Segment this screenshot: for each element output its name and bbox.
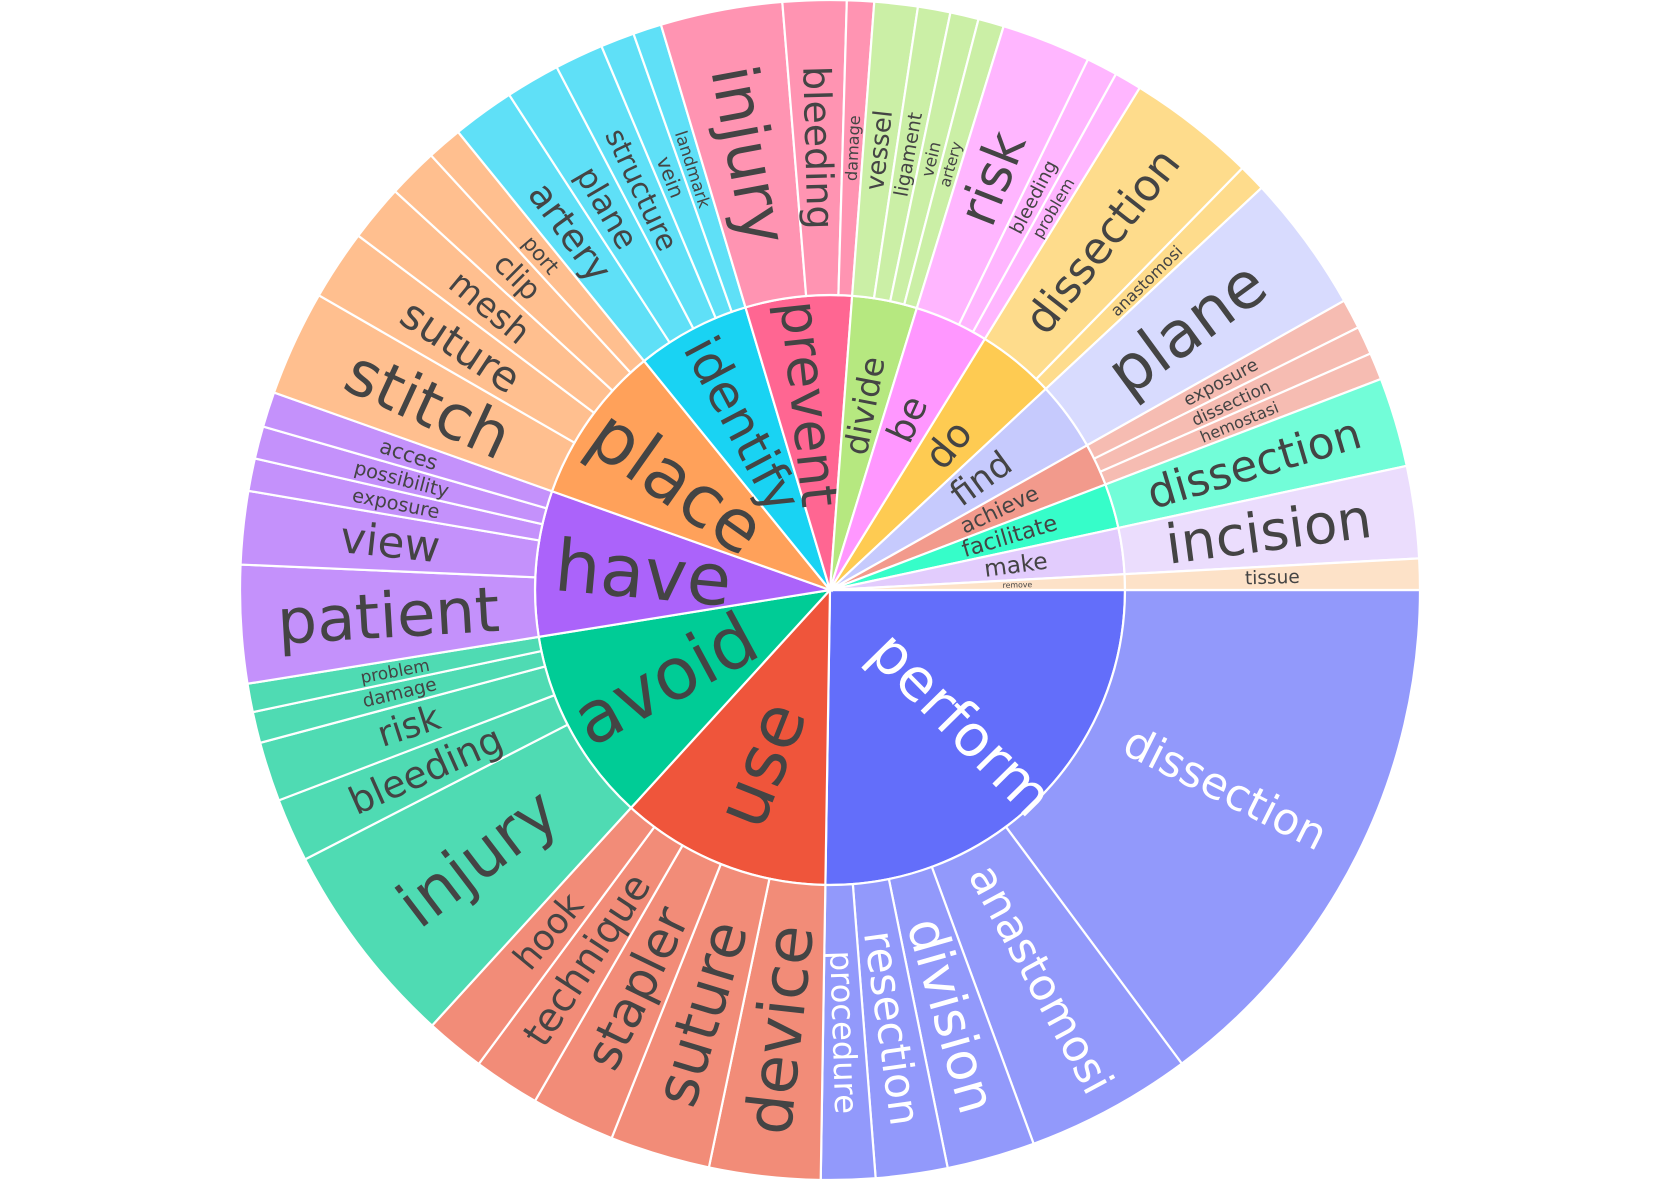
object-label-prevent-bleeding: bleeding — [794, 65, 842, 230]
sunburst-chart: dissection anastomosi division resection pro… — [0, 0, 1661, 1187]
sunburst-svg: dissectionanastomosidivisionresectionpro… — [238, 0, 1422, 1182]
object-label-remove-tissue: tissue — [1245, 567, 1300, 589]
verb-label-remove: remove — [1002, 580, 1032, 590]
object-label-have-patient: patient — [275, 573, 501, 659]
object-label-perform-procedure: procedure — [822, 950, 865, 1114]
